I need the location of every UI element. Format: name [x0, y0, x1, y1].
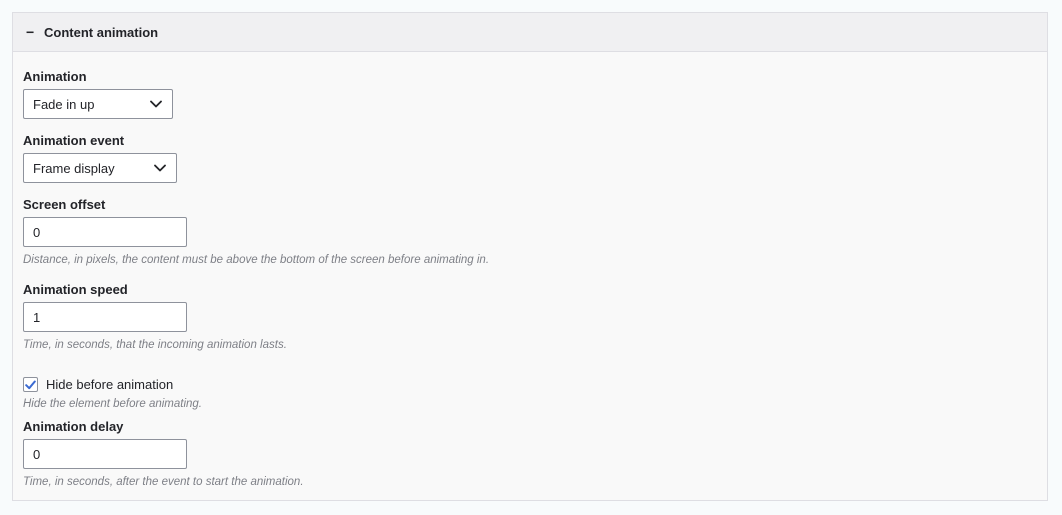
screen-offset-value: 0: [33, 224, 41, 240]
chevron-down-icon: [154, 164, 166, 172]
animation-select-value: Fade in up: [33, 96, 95, 112]
minus-icon: −: [26, 24, 35, 40]
hide-before-animation-description: Hide the element before animating.: [23, 398, 202, 410]
hide-before-animation-row: Hide before animation: [23, 377, 202, 392]
animation-speed-description: Time, in seconds, that the incoming anim…: [23, 339, 287, 351]
screen-offset-input[interactable]: 0: [23, 217, 187, 247]
animation-delay-description: Time, in seconds, after the event to sta…: [23, 476, 304, 488]
animation-speed-value: 1: [33, 309, 41, 325]
content-animation-fieldset: − Content animation Animation Fade in up…: [12, 12, 1048, 501]
animation-delay-field: Animation delay 0 Time, in seconds, afte…: [23, 418, 304, 489]
animation-event-select-value: Frame display: [33, 160, 115, 176]
chevron-down-icon: [150, 100, 162, 108]
animation-label: Animation: [23, 69, 87, 84]
animation-delay-input[interactable]: 0: [23, 439, 187, 469]
screen-offset-label: Screen offset: [23, 197, 106, 212]
hide-before-animation-checkbox[interactable]: [23, 377, 38, 392]
animation-select[interactable]: Fade in up: [23, 89, 173, 119]
screen-offset-description: Distance, in pixels, the content must be…: [23, 254, 490, 266]
checkmark-icon: [25, 380, 36, 389]
animation-field: Animation Fade in up: [23, 68, 173, 119]
fieldset-title: Content animation: [44, 24, 159, 40]
animation-speed-field: Animation speed 1 Time, in seconds, that…: [23, 281, 287, 352]
hide-before-animation-label[interactable]: Hide before animation: [46, 377, 173, 392]
animation-event-field: Animation event Frame display: [23, 132, 177, 183]
animation-speed-label: Animation speed: [23, 282, 128, 297]
animation-delay-value: 0: [33, 446, 41, 462]
animation-event-select[interactable]: Frame display: [23, 153, 177, 183]
hide-before-animation-field: Hide before animation Hide the element b…: [23, 377, 202, 411]
content-animation-toggle[interactable]: − Content animation: [13, 13, 1047, 52]
screen-offset-field: Screen offset 0 Distance, in pixels, the…: [23, 196, 489, 267]
animation-delay-label: Animation delay: [23, 419, 124, 434]
animation-speed-input[interactable]: 1: [23, 302, 187, 332]
animation-event-label: Animation event: [23, 133, 125, 148]
